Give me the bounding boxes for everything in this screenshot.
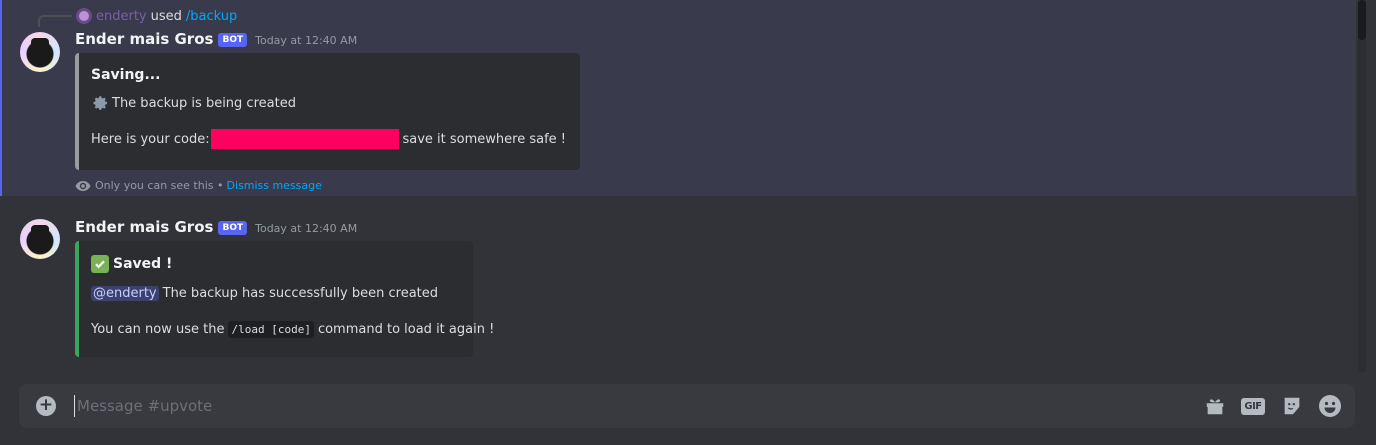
message-header: Ender mais Gros BOT Today at 12:40 AM <box>75 30 357 50</box>
bot-badge: BOT <box>218 221 248 235</box>
embed-title: Saved ! <box>113 256 173 272</box>
chat-area: enderty used /backup Ender mais Gros BOT… <box>0 0 1376 445</box>
redacted-code <box>210 129 400 149</box>
gear-icon <box>93 96 108 110</box>
code-suffix: save it somewhere safe ! <box>402 131 566 147</box>
embed-status-line: @enderty The backup has successfully bee… <box>91 283 459 303</box>
scrollbar-thumb[interactable] <box>1358 0 1366 40</box>
sticker-icon[interactable] <box>1280 394 1304 418</box>
embed-code-line: Here is your code: save it somewhere saf… <box>91 129 566 149</box>
embed-command-line: You can now use the /load [code] command… <box>91 319 494 339</box>
timestamp[interactable]: Today at 12:40 AM <box>255 222 357 235</box>
embed-status-line: The backup is being created <box>91 93 566 113</box>
plus-circle-icon[interactable]: + <box>36 396 56 416</box>
avatar[interactable] <box>20 32 60 72</box>
gif-icon[interactable]: GIF <box>1241 394 1265 418</box>
author-name[interactable]: Ender mais Gros <box>75 218 213 236</box>
timestamp[interactable]: Today at 12:40 AM <box>255 34 357 47</box>
command-prefix: You can now use the <box>91 321 225 337</box>
message-composer: + GIF <box>19 384 1355 428</box>
check-mark-icon <box>91 255 109 273</box>
bot-badge: BOT <box>218 33 248 47</box>
author-name[interactable]: Ender mais Gros <box>75 30 213 48</box>
code-prefix: Here is your code: <box>91 131 210 147</box>
ephemeral-note: Only you can see this • Dismiss message <box>75 179 322 192</box>
reply-connector <box>38 15 72 27</box>
inline-code: /load [code] <box>228 320 314 338</box>
message-header: Ender mais Gros BOT Today at 12:40 AM <box>75 218 357 238</box>
embed-title-row: Saved ! <box>91 255 459 273</box>
command-reply-context[interactable]: enderty used /backup <box>76 7 237 25</box>
eye-icon <box>75 180 91 191</box>
embed-saving: Saving... The backup is being created He… <box>75 53 580 170</box>
user-mention[interactable]: @enderty <box>91 285 159 301</box>
reply-command[interactable]: /backup <box>186 9 237 24</box>
gif-label: GIF <box>1241 397 1265 415</box>
only-you-text: Only you can see this • <box>95 179 224 192</box>
reply-user-avatar <box>76 8 92 24</box>
embed-title: Saving... <box>91 67 161 83</box>
avatar[interactable] <box>20 219 60 259</box>
embed-status-text: The backup has successfully been created <box>162 285 439 301</box>
message-input[interactable] <box>74 395 1194 417</box>
embed-saved: Saved ! @enderty The backup has successf… <box>75 241 494 357</box>
scrollbar-track[interactable] <box>1358 0 1366 372</box>
command-suffix: command to load it again ! <box>317 321 495 337</box>
gift-icon[interactable] <box>1203 394 1227 418</box>
reply-username[interactable]: enderty <box>96 9 147 24</box>
embed-status-text: The backup is being created <box>112 95 296 111</box>
reply-used-label: used <box>150 8 182 24</box>
emoji-icon[interactable] <box>1318 394 1342 418</box>
dismiss-message-link[interactable]: Dismiss message <box>226 179 321 192</box>
